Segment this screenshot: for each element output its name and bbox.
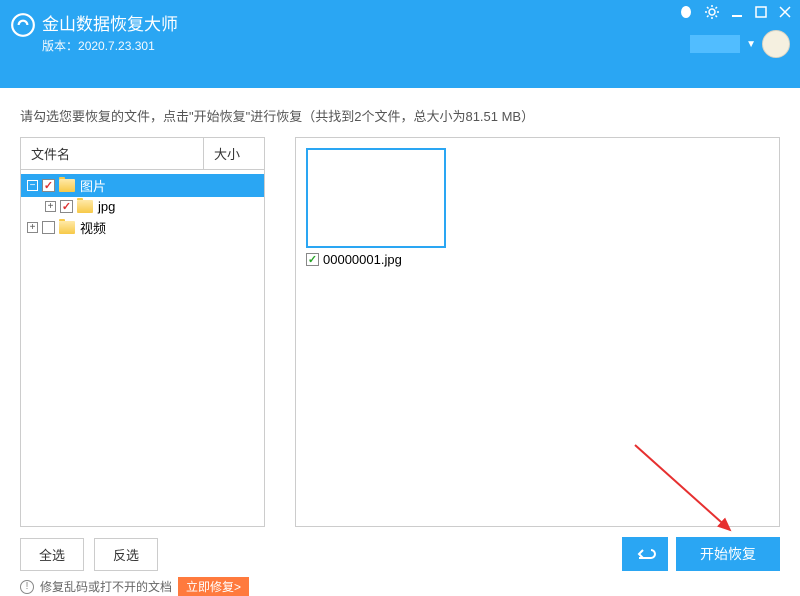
fix-now-link[interactable]: 立即修复> xyxy=(178,577,249,596)
folder-icon xyxy=(59,221,75,234)
preview-panel: 00000001.jpg xyxy=(295,137,780,527)
thumbnail-image[interactable] xyxy=(306,148,446,248)
back-arrow-icon xyxy=(634,546,656,562)
app-version: 版本：2020.7.23.301 xyxy=(42,37,178,54)
start-recover-button[interactable]: 开始恢复 xyxy=(676,537,780,571)
info-icon: ! xyxy=(20,580,34,594)
user-area[interactable]: ▼ xyxy=(690,30,790,58)
collapse-icon[interactable]: − xyxy=(27,180,38,191)
app-title: 金山数据恢复大师 xyxy=(42,10,178,35)
column-size[interactable]: 大小 xyxy=(204,138,264,169)
gear-icon[interactable] xyxy=(704,4,720,20)
chevron-down-icon[interactable]: ▼ xyxy=(746,39,756,50)
checkbox[interactable] xyxy=(42,221,55,234)
content-area: 文件名 大小 − 图片 + jpg + 视频 xyxy=(0,137,800,527)
username-placeholder xyxy=(690,35,740,53)
checkbox[interactable] xyxy=(42,179,55,192)
tree-item-label: jpg xyxy=(98,199,115,214)
back-button[interactable] xyxy=(622,537,668,571)
logo-area: 金山数据恢复大师 版本：2020.7.23.301 xyxy=(10,10,178,54)
footer: 全选 反选 开始恢复 ! 修复乱码或打不开的文档 立即修复> xyxy=(0,527,800,596)
minimize-button[interactable] xyxy=(730,5,744,19)
app-logo-icon xyxy=(10,12,36,38)
tree-item-jpg[interactable]: + jpg xyxy=(21,197,264,216)
garbled-hint-text: 修复乱码或打不开的文档 xyxy=(40,578,172,595)
thumbnail-filename: 00000001.jpg xyxy=(323,252,402,267)
checkbox[interactable] xyxy=(306,253,319,266)
tree-body: − 图片 + jpg + 视频 xyxy=(21,170,264,243)
tree-header: 文件名 大小 xyxy=(21,138,264,170)
thumbnail-item[interactable]: 00000001.jpg xyxy=(306,148,446,267)
qq-icon[interactable] xyxy=(678,4,694,20)
tree-item-videos[interactable]: + 视频 xyxy=(21,216,264,239)
instruction-text: 请勾选您要恢复的文件，点击"开始恢复"进行恢复（共找到2个文件，总大小为81.5… xyxy=(0,88,800,137)
maximize-button[interactable] xyxy=(754,5,768,19)
tree-item-images[interactable]: − 图片 xyxy=(21,174,264,197)
expand-icon[interactable]: + xyxy=(45,201,56,212)
header-controls xyxy=(678,4,792,20)
column-name[interactable]: 文件名 xyxy=(21,138,204,169)
tree-item-label: 视频 xyxy=(80,218,106,237)
close-button[interactable] xyxy=(778,5,792,19)
tree-item-label: 图片 xyxy=(80,176,106,195)
checkbox[interactable] xyxy=(60,200,73,213)
invert-selection-button[interactable]: 反选 xyxy=(94,538,158,571)
select-all-button[interactable]: 全选 xyxy=(20,538,84,571)
app-header: 金山数据恢复大师 版本：2020.7.23.301 ▼ xyxy=(0,0,800,88)
folder-icon xyxy=(59,179,75,192)
thumbnail-label-row: 00000001.jpg xyxy=(306,252,402,267)
expand-icon[interactable]: + xyxy=(27,222,38,233)
avatar[interactable] xyxy=(762,30,790,58)
folder-icon xyxy=(77,200,93,213)
footer-row-buttons: 全选 反选 开始恢复 xyxy=(20,537,780,571)
file-tree-panel: 文件名 大小 − 图片 + jpg + 视频 xyxy=(20,137,265,527)
footer-row-hint: ! 修复乱码或打不开的文档 立即修复> xyxy=(20,577,780,596)
